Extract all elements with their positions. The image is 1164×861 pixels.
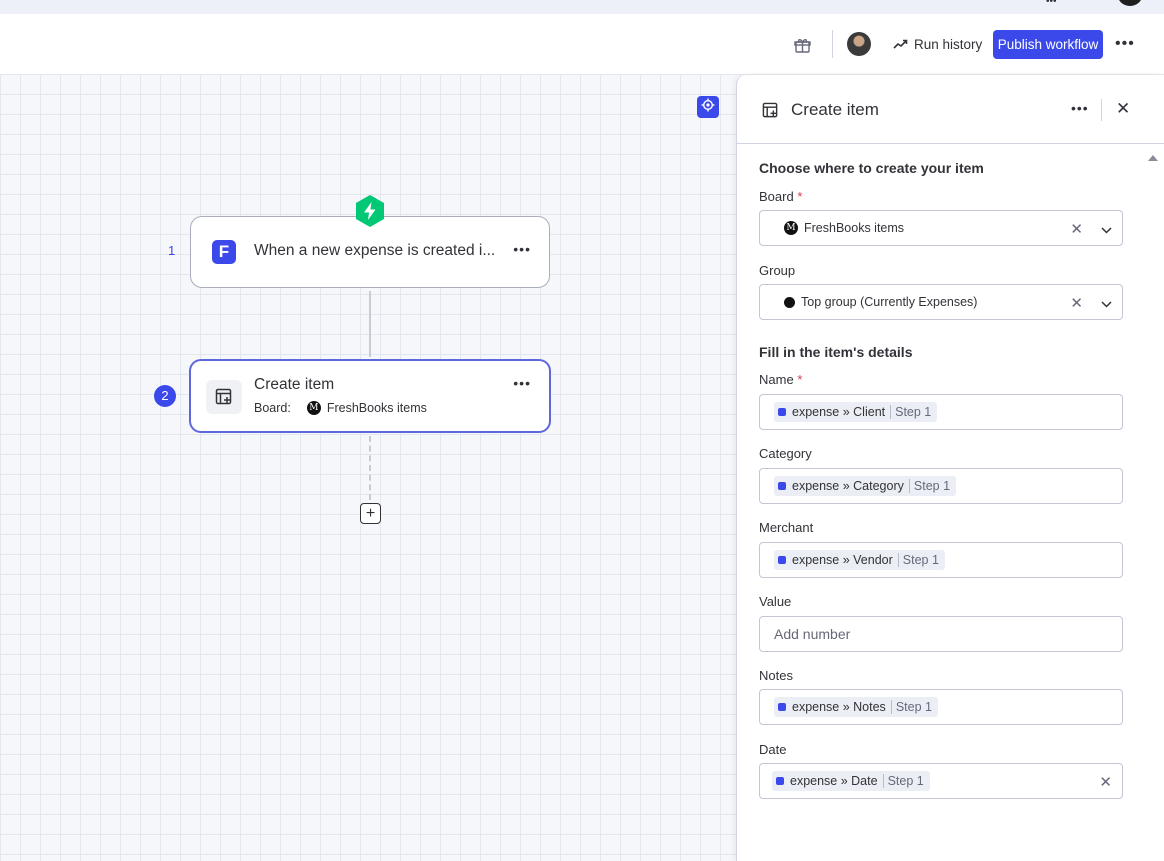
section-details-title: Fill in the item's details xyxy=(759,344,913,360)
board-select-value: FreshBooks items xyxy=(804,221,905,235)
mapped-value-chip[interactable]: expense » Vendor Step 1 xyxy=(774,550,945,570)
scroll-up-arrow[interactable] xyxy=(1148,155,1158,161)
merchant-field[interactable]: expense » Vendor Step 1 xyxy=(759,542,1123,578)
date-field[interactable]: expense » Date Step 1 ✕ xyxy=(759,763,1123,799)
freshbooks-chip-icon xyxy=(776,777,784,785)
account-avatar[interactable] xyxy=(1117,0,1143,6)
mapped-value-chip[interactable]: expense » Date Step 1 xyxy=(772,771,930,791)
step-number-1: 1 xyxy=(168,243,176,258)
freshbooks-logo: F xyxy=(212,240,236,264)
step-connector-dashed xyxy=(369,436,371,500)
add-step-button[interactable]: + xyxy=(360,503,381,524)
value-field[interactable]: Add number xyxy=(759,616,1123,652)
close-icon[interactable]: ✕ xyxy=(1116,99,1130,119)
top-strip: ••• xyxy=(0,0,1164,14)
value-placeholder: Add number xyxy=(774,626,851,642)
recenter-button[interactable] xyxy=(697,96,719,118)
freshbooks-chip-icon xyxy=(778,556,786,564)
board-badge-icon: M xyxy=(784,221,798,235)
lightning-bolt-icon xyxy=(353,194,387,228)
mapped-value-chip[interactable]: expense » Client Step 1 xyxy=(774,402,938,422)
freshbooks-chip-icon xyxy=(778,408,786,416)
panel-title: Create item xyxy=(791,100,879,119)
gift-icon[interactable] xyxy=(794,37,811,53)
group-color-dot xyxy=(784,296,795,308)
category-field[interactable]: expense » Category Step 1 xyxy=(759,468,1123,504)
create-item-panel: Create item ••• ✕ Choose where to create… xyxy=(736,75,1164,861)
freshbooks-chip-icon xyxy=(778,703,786,711)
category-field-label: Category xyxy=(759,446,812,461)
clear-icon[interactable]: ✕ xyxy=(1070,294,1083,312)
more-horizontal-icon[interactable]: ••• xyxy=(1071,100,1089,116)
board-badge-icon: M xyxy=(306,401,321,415)
chevron-down-icon[interactable] xyxy=(1101,223,1112,237)
mapped-value-chip[interactable]: expense » Category Step 1 xyxy=(774,476,957,496)
create-item-step-card[interactable]: Create item Board: M FreshBooks items ••… xyxy=(189,359,551,433)
date-field-label: Date xyxy=(759,742,787,757)
merchant-field-label: Merchant xyxy=(759,520,814,535)
create-item-step-title: Create item xyxy=(254,376,335,393)
more-horizontal-icon[interactable]: ••• xyxy=(513,375,531,391)
board-label: Board: xyxy=(254,401,291,415)
name-field[interactable]: expense » Client Step 1 xyxy=(759,394,1123,430)
group-field-label: Group xyxy=(759,263,796,278)
publish-workflow-button[interactable]: Publish workflow xyxy=(993,30,1103,59)
group-select-value: Top group (Currently Expenses) xyxy=(801,295,978,309)
step-number-2: 2 xyxy=(154,385,176,407)
clear-icon[interactable]: ✕ xyxy=(1099,773,1112,791)
board-name: FreshBooks items xyxy=(326,401,427,415)
board-field-label: Board * xyxy=(759,189,803,204)
mapped-value-chip[interactable]: expense » Notes Step 1 xyxy=(774,697,938,717)
step-board-info: Board: M FreshBooks items xyxy=(254,401,427,415)
board-select[interactable]: M FreshBooks items ✕ xyxy=(759,210,1123,246)
run-history-button[interactable]: Run history xyxy=(893,34,982,54)
freshbooks-chip-icon xyxy=(778,482,786,490)
plus-icon: + xyxy=(365,504,376,522)
chevron-down-icon[interactable] xyxy=(1101,297,1112,311)
workflow-header: Run history Publish workflow ••• xyxy=(0,14,1164,74)
panel-header-divider xyxy=(1101,99,1102,121)
section-where-title: Choose where to create your item xyxy=(759,160,984,176)
trigger-step-title: When a new expense is created i... xyxy=(254,242,496,259)
header-divider xyxy=(832,30,833,58)
more-horizontal-icon[interactable]: ••• xyxy=(513,241,531,257)
user-avatar[interactable] xyxy=(847,32,871,56)
value-field-label: Value xyxy=(759,594,792,609)
create-item-icon xyxy=(206,380,242,414)
notes-field-label: Notes xyxy=(759,668,793,683)
name-field-label: Name * xyxy=(759,372,803,387)
create-item-icon xyxy=(762,102,779,124)
clear-icon[interactable]: ✕ xyxy=(1070,220,1083,238)
group-select[interactable]: Top group (Currently Expenses) ✕ xyxy=(759,284,1123,320)
top-more-icon[interactable]: ••• xyxy=(1046,0,1066,7)
step-connector xyxy=(369,291,371,357)
notes-field[interactable]: expense » Notes Step 1 xyxy=(759,689,1123,725)
run-history-label: Run history xyxy=(914,36,983,52)
trend-up-icon xyxy=(893,37,908,52)
panel-header: Create item ••• ✕ xyxy=(737,75,1164,144)
more-horizontal-icon[interactable]: ••• xyxy=(1115,36,1135,52)
recenter-icon xyxy=(701,98,715,117)
